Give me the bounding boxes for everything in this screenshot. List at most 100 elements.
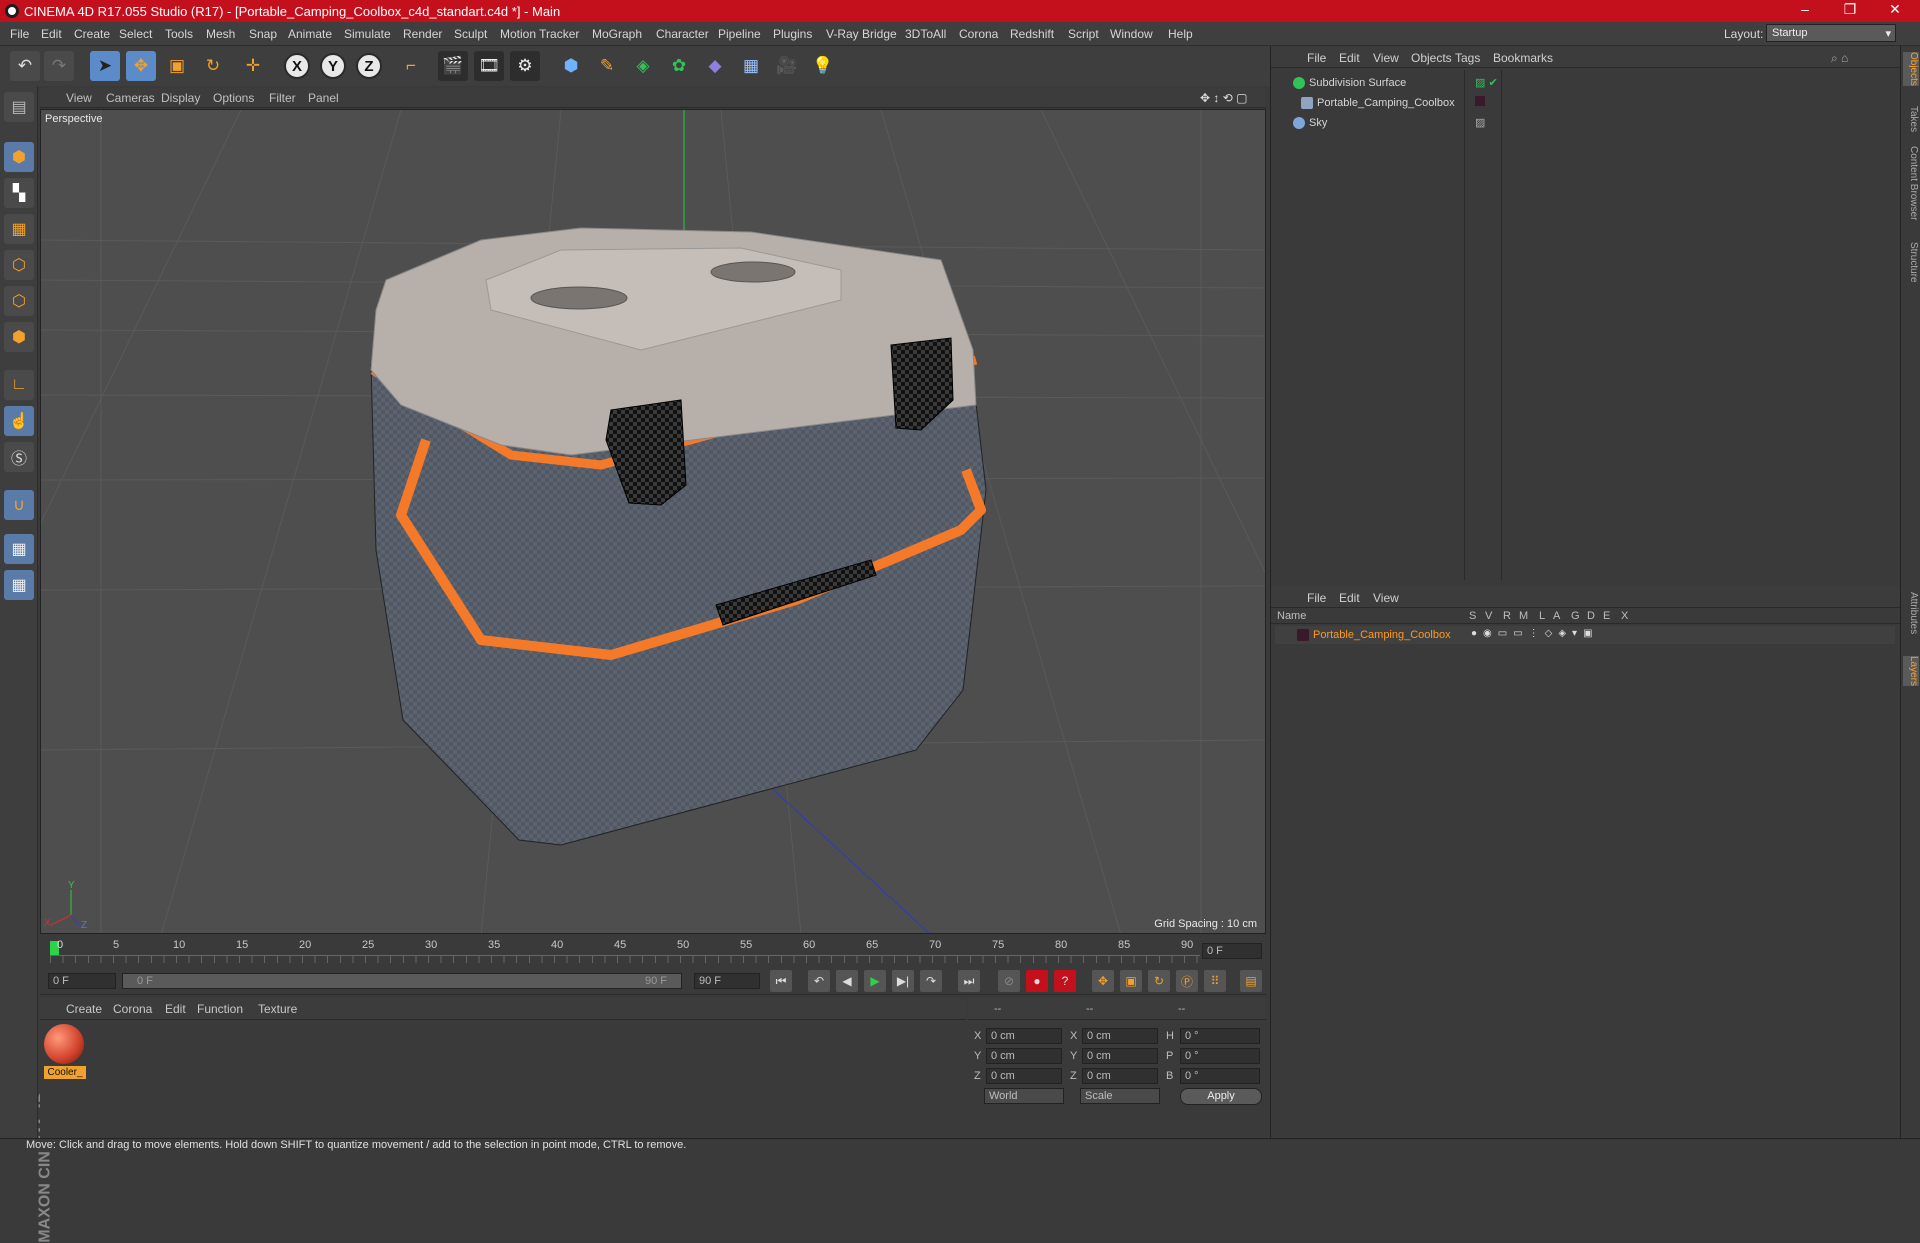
menu-sculpt[interactable]: Sculpt bbox=[454, 27, 487, 41]
menu-tools[interactable]: Tools bbox=[165, 27, 193, 41]
transform-icon[interactable]: ✛ bbox=[238, 51, 268, 81]
coordinate-system-icon[interactable]: ⌐ bbox=[396, 51, 426, 81]
vp-menu-cameras[interactable]: Cameras bbox=[106, 91, 155, 105]
material-swatch[interactable]: Cooler_ bbox=[44, 1024, 86, 1084]
play-icon[interactable]: ▶ bbox=[864, 970, 886, 992]
floor-icon[interactable]: ▦ bbox=[736, 51, 766, 81]
om-search-icon[interactable]: ⌕ ⌂ bbox=[1831, 51, 1848, 66]
om-menu-view[interactable]: View bbox=[1373, 51, 1399, 65]
menu-render[interactable]: Render bbox=[403, 27, 442, 41]
menu-redshift[interactable]: Redshift bbox=[1010, 27, 1054, 41]
restore-button[interactable]: ❐ bbox=[1830, 1, 1870, 18]
menu-3dtoall[interactable]: 3DToAll bbox=[905, 27, 946, 41]
mat-menu-edit[interactable]: Edit bbox=[165, 1002, 186, 1016]
layer-row[interactable]: Portable_Camping_Coolbox ●◉▭▭⋮◇◈▾▣ bbox=[1275, 626, 1895, 644]
object-row[interactable]: Portable_Camping_Coolbox bbox=[1275, 94, 1895, 112]
rotate-icon[interactable]: ↻ bbox=[198, 51, 228, 81]
lm-menu-file[interactable]: File bbox=[1307, 591, 1326, 605]
polygons-mode-icon[interactable]: ⬢ bbox=[4, 322, 34, 352]
vp-menu-display[interactable]: Display bbox=[161, 91, 200, 105]
object-row[interactable]: Sky ▨ bbox=[1275, 114, 1895, 132]
vp-menu-panel[interactable]: Panel bbox=[308, 91, 339, 105]
menu-corona[interactable]: Corona bbox=[959, 27, 998, 41]
om-menu-tags[interactable]: Tags bbox=[1455, 51, 1480, 65]
rot-h-field[interactable]: 0 ° bbox=[1180, 1028, 1260, 1044]
menu-vray-bridge[interactable]: V-Ray Bridge bbox=[826, 27, 897, 41]
size-x-field[interactable]: 0 cm bbox=[1082, 1028, 1158, 1044]
om-menu-file[interactable]: File bbox=[1307, 51, 1326, 65]
tab-structure[interactable]: Structure bbox=[1903, 242, 1919, 283]
timeline-ruler[interactable]: 0 5 10 15 20 25 30 35 40 45 50 55 60 65 … bbox=[40, 937, 1266, 967]
deformer-icon[interactable]: ◆ bbox=[700, 51, 730, 81]
y-axis-icon[interactable]: Y bbox=[320, 53, 346, 79]
close-button[interactable]: ✕ bbox=[1875, 1, 1915, 18]
prev-frame-icon[interactable]: ◀ bbox=[836, 970, 858, 992]
edges-mode-icon[interactable]: ⬡ bbox=[4, 286, 34, 316]
keyframe-icon[interactable]: ⊘ bbox=[998, 970, 1020, 992]
move-icon[interactable]: ✥ bbox=[126, 51, 156, 81]
current-frame-field[interactable]: 0 F bbox=[1202, 943, 1262, 959]
render-settings-icon[interactable]: ⚙ bbox=[510, 51, 540, 81]
end-frame-field[interactable]: 90 F bbox=[694, 973, 760, 989]
layer-toggle-icons[interactable]: ●◉▭▭⋮◇◈▾▣ bbox=[1471, 628, 1599, 639]
key-param-icon[interactable]: Ⓟ bbox=[1176, 970, 1198, 992]
prev-key-icon[interactable]: ↶ bbox=[808, 970, 830, 992]
key-position-icon[interactable]: ✥ bbox=[1092, 970, 1114, 992]
z-axis-icon[interactable]: Z bbox=[356, 53, 382, 79]
3d-viewport[interactable]: Y X Z Perspective Grid Spacing : 10 cm bbox=[40, 109, 1266, 934]
camera-icon[interactable]: 🎥 bbox=[772, 51, 802, 81]
undo-icon[interactable]: ↶ bbox=[10, 51, 40, 81]
menu-edit[interactable]: Edit bbox=[41, 27, 62, 41]
model-mode-icon[interactable]: ⬢ bbox=[4, 142, 34, 172]
vp-menu-view[interactable]: View bbox=[66, 91, 92, 105]
autokey-icon[interactable]: ? bbox=[1054, 970, 1076, 992]
x-axis-icon[interactable]: X bbox=[284, 53, 310, 79]
vp-menu-options[interactable]: Options bbox=[213, 91, 254, 105]
menu-pipeline[interactable]: Pipeline bbox=[718, 27, 761, 41]
select-arrow-icon[interactable]: ➤ bbox=[90, 51, 120, 81]
object-row[interactable]: Subdivision Surface ▨ ✔ bbox=[1275, 74, 1895, 92]
coord-scale-dropdown[interactable]: Scale bbox=[1080, 1088, 1160, 1104]
menu-window[interactable]: Window bbox=[1110, 27, 1153, 41]
layout-dropdown[interactable]: Startup ▾ bbox=[1766, 24, 1896, 42]
start-frame-field[interactable]: 0 F bbox=[48, 973, 116, 989]
menu-motion-tracker[interactable]: Motion Tracker bbox=[500, 27, 579, 41]
menu-help[interactable]: Help bbox=[1168, 27, 1193, 41]
pos-z-field[interactable]: 0 cm bbox=[986, 1068, 1062, 1084]
solo-icon[interactable]: Ⓢ bbox=[4, 442, 34, 472]
rot-p-field[interactable]: 0 ° bbox=[1180, 1048, 1260, 1064]
pen-icon[interactable]: ✎ bbox=[592, 51, 622, 81]
om-menu-objects[interactable]: Objects bbox=[1411, 51, 1452, 65]
size-z-field[interactable]: 0 cm bbox=[1082, 1068, 1158, 1084]
menu-select[interactable]: Select bbox=[119, 27, 152, 41]
menu-script[interactable]: Script bbox=[1068, 27, 1099, 41]
make-editable-icon[interactable]: ▤ bbox=[4, 92, 34, 122]
menu-snap[interactable]: Snap bbox=[249, 27, 277, 41]
mat-menu-texture[interactable]: Texture bbox=[258, 1002, 297, 1016]
check-icon[interactable]: ▨ ✔ bbox=[1475, 76, 1498, 89]
redo-icon[interactable]: ↷ bbox=[44, 51, 74, 81]
next-key-icon[interactable]: ↷ bbox=[920, 970, 942, 992]
record-icon[interactable]: ● bbox=[1026, 970, 1048, 992]
cube-icon[interactable]: ⬢ bbox=[556, 51, 586, 81]
menu-mograph[interactable]: MoGraph bbox=[592, 27, 642, 41]
tab-objects[interactable]: Objects bbox=[1903, 52, 1919, 86]
timeline-window-icon[interactable]: ▤ bbox=[1240, 970, 1262, 992]
tag-icon[interactable]: ▨ bbox=[1475, 116, 1485, 129]
coord-mode-dropdown[interactable]: World bbox=[984, 1088, 1064, 1104]
vp-menu-filter[interactable]: Filter bbox=[269, 91, 296, 105]
render-picture-viewer-icon[interactable]: 🎞 bbox=[474, 51, 504, 81]
om-menu-edit[interactable]: Edit bbox=[1339, 51, 1360, 65]
menu-mesh[interactable]: Mesh bbox=[206, 27, 235, 41]
axis-mode-icon[interactable]: ∟ bbox=[4, 370, 34, 400]
points-mode-icon[interactable]: ⬡ bbox=[4, 250, 34, 280]
render-view-icon[interactable]: 🎬 bbox=[438, 51, 468, 81]
light-icon[interactable]: 💡 bbox=[808, 51, 838, 81]
tweak-mode-icon[interactable]: ☝ bbox=[4, 406, 34, 436]
texture-mode-icon[interactable]: ▚ bbox=[4, 178, 34, 208]
lm-menu-edit[interactable]: Edit bbox=[1339, 591, 1360, 605]
menu-file[interactable]: File bbox=[10, 27, 29, 41]
mat-menu-corona[interactable]: Corona bbox=[113, 1002, 152, 1016]
tab-takes[interactable]: Takes bbox=[1903, 106, 1919, 132]
minimize-button[interactable]: – bbox=[1785, 1, 1825, 17]
